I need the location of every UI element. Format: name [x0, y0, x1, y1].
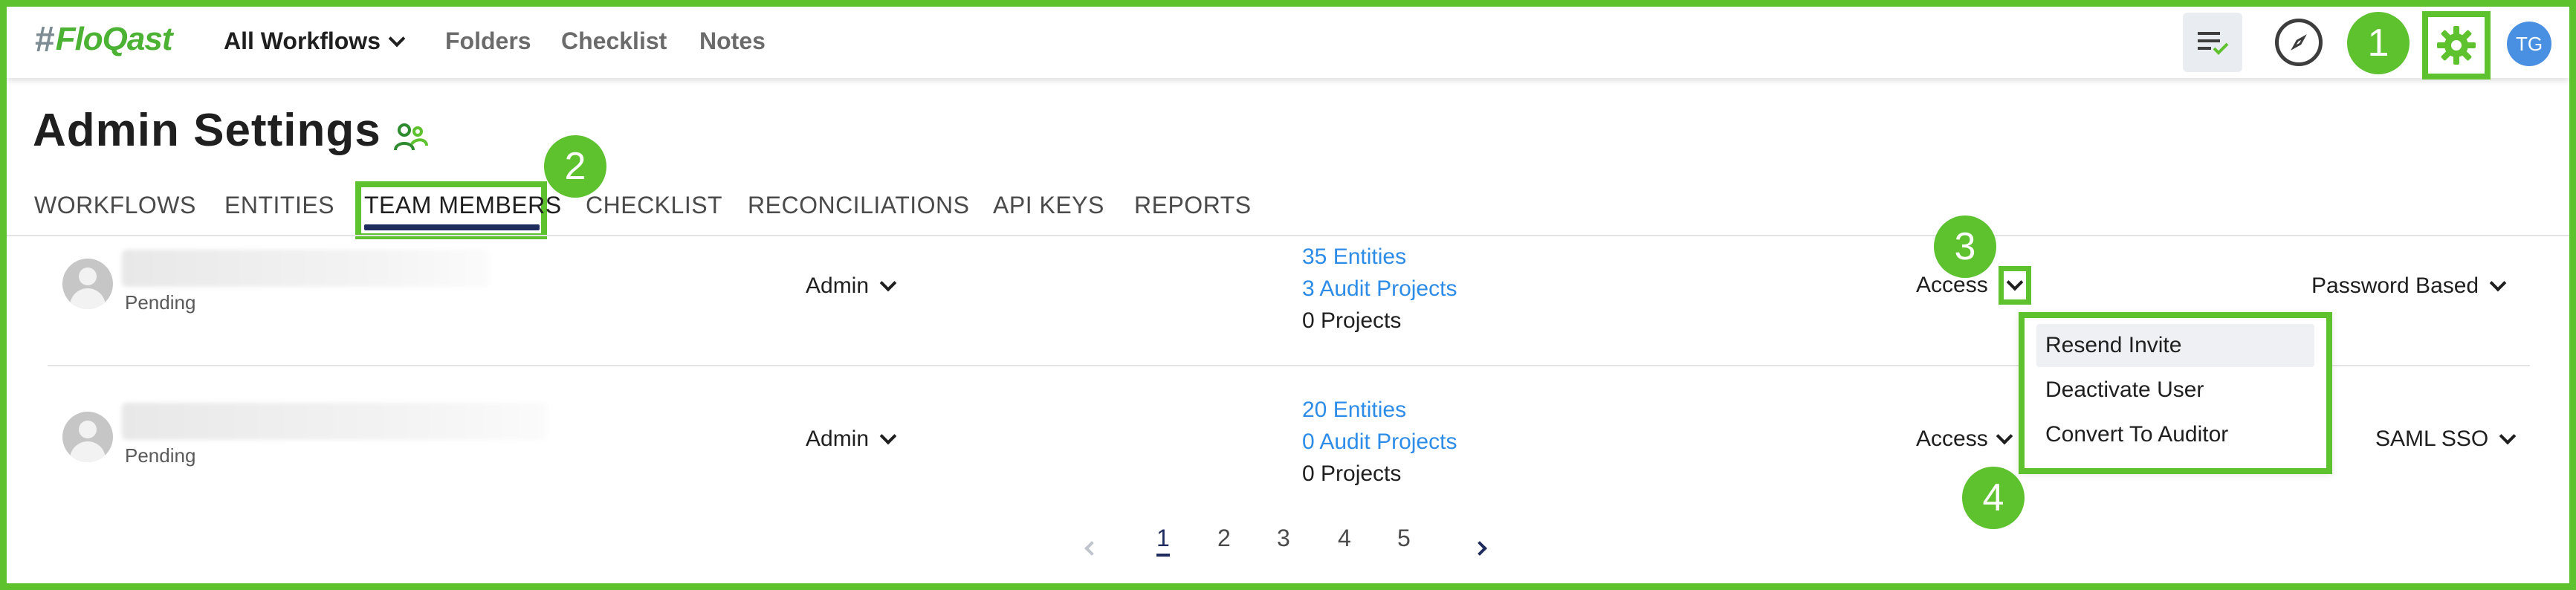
projects-count: 0 Projects — [1302, 308, 1402, 333]
tab-checklist[interactable]: CHECKLIST — [586, 192, 722, 219]
floqast-logo[interactable]: # FloQast — [35, 17, 172, 62]
assignments-cell: 35 Entities 3 Audit Projects 0 Projects — [1302, 241, 1457, 337]
chevron-down-icon — [2489, 274, 2507, 292]
auth-method-select[interactable]: Password Based — [2311, 273, 2507, 299]
user-avatar-button[interactable]: TG — [2507, 22, 2551, 66]
menu-item-deactivate-user[interactable]: Deactivate User — [2036, 369, 2314, 412]
pagination-page-3[interactable]: 3 — [1277, 525, 1290, 552]
assignments-cell: 20 Entities 0 Audit Projects 0 Projects — [1302, 394, 1457, 490]
access-label: Access — [1916, 427, 1988, 451]
tab-reconciliations[interactable]: RECONCILIATIONS — [748, 192, 970, 219]
nav-checklist[interactable]: Checklist — [561, 27, 667, 55]
tab-workflows[interactable]: WORKFLOWS — [34, 192, 196, 219]
settings-button[interactable] — [2422, 11, 2491, 80]
chevron-left-icon — [1084, 541, 1099, 556]
auth-method-value: SAML SSO — [2375, 427, 2489, 451]
role-value: Admin — [806, 427, 870, 451]
callout-badge-1: 1 — [2347, 12, 2410, 74]
logo-text: FloQast — [55, 21, 173, 57]
all-workflows-label: All Workflows — [224, 27, 381, 54]
tasks-check-icon — [2198, 32, 2229, 55]
chevron-down-icon — [879, 274, 897, 292]
access-label: Access — [1916, 273, 1988, 297]
pagination-page-1[interactable]: 1 — [1156, 525, 1170, 557]
tab-api-keys[interactable]: API KEYS — [993, 192, 1104, 219]
team-members-icon — [394, 123, 428, 151]
chevron-down-icon — [1996, 427, 2013, 445]
chevron-down-icon — [388, 30, 406, 47]
entities-link[interactable]: 20 Entities — [1302, 394, 1457, 426]
access-toggle[interactable] — [1998, 266, 2031, 305]
menu-item-convert-to-auditor[interactable]: Convert To Auditor — [2036, 413, 2314, 456]
chevron-down-icon — [879, 427, 897, 445]
access-menu: Resend Invite Deactivate User Convert To… — [2019, 312, 2332, 474]
projects-count: 0 Projects — [1302, 461, 1402, 486]
tasks-button[interactable] — [2183, 13, 2242, 72]
auth-method-select[interactable]: SAML SSO — [2375, 427, 2517, 452]
pagination-page-5[interactable]: 5 — [1397, 525, 1411, 552]
audit-projects-link[interactable]: 0 Audit Projects — [1302, 426, 1457, 458]
compass-button[interactable] — [2275, 19, 2323, 66]
tab-reports[interactable]: REPORTS — [1134, 192, 1252, 219]
user-status: Pending — [125, 291, 196, 314]
role-select[interactable]: Admin — [806, 273, 897, 299]
user-name-redacted — [122, 403, 547, 440]
logo-hash: # — [35, 19, 55, 59]
pagination-page-4[interactable]: 4 — [1338, 525, 1351, 552]
pagination-page-2[interactable]: 2 — [1217, 525, 1231, 552]
top-nav: # FloQast All Workflows Folders Checklis… — [7, 7, 2569, 80]
nav-folders[interactable]: Folders — [445, 27, 531, 55]
role-value: Admin — [806, 273, 870, 298]
chevron-down-icon — [2499, 427, 2517, 445]
auth-method-value: Password Based — [2311, 273, 2479, 298]
tab-team-members[interactable]: TEAM MEMBERS — [364, 192, 562, 219]
nav-notes[interactable]: Notes — [699, 27, 766, 55]
user-placeholder-icon — [62, 259, 113, 309]
entities-link[interactable]: 35 Entities — [1302, 241, 1457, 273]
pagination-prev[interactable] — [1084, 532, 1099, 560]
access-dropdown[interactable]: Access — [1916, 427, 2013, 452]
user-name-redacted — [122, 250, 489, 287]
all-workflows-menu[interactable]: All Workflows — [224, 27, 406, 55]
callout-badge-2: 2 — [544, 135, 606, 198]
compass-icon — [2291, 34, 2307, 51]
gear-icon — [2437, 26, 2476, 65]
chevron-right-icon — [1472, 541, 1487, 556]
active-tab-indicator — [364, 224, 540, 230]
page-title: Admin Settings — [33, 105, 381, 156]
user-placeholder-icon — [62, 412, 113, 462]
menu-item-resend-invite[interactable]: Resend Invite — [2036, 324, 2314, 367]
role-select[interactable]: Admin — [806, 427, 897, 452]
callout-badge-3: 3 — [1934, 215, 1996, 278]
audit-projects-link[interactable]: 3 Audit Projects — [1302, 273, 1457, 305]
callout-badge-4: 4 — [1962, 467, 2025, 529]
chevron-down-icon — [2006, 273, 2024, 291]
tab-entities[interactable]: ENTITIES — [224, 192, 334, 219]
user-status: Pending — [125, 444, 196, 467]
pagination-next[interactable] — [1472, 532, 1487, 560]
